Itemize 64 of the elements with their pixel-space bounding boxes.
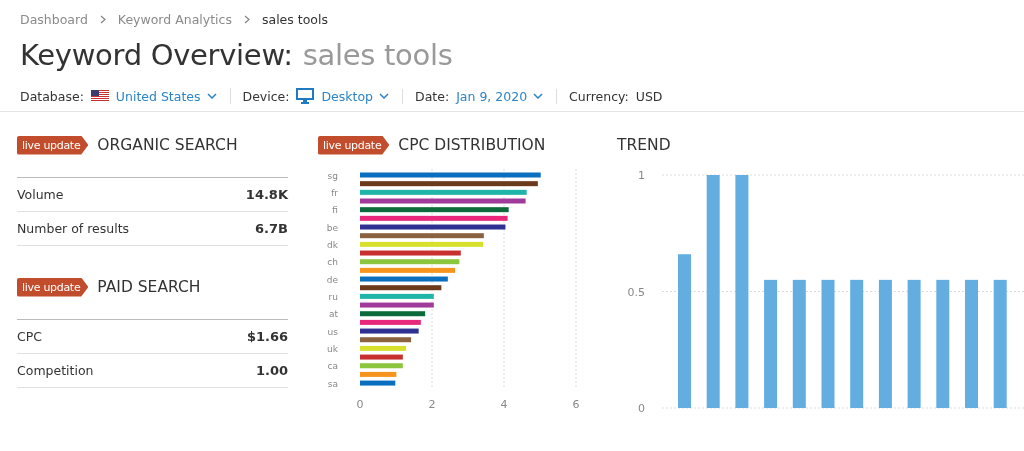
chart-title: CPC DISTRIBUTION: [398, 136, 546, 154]
filter-label: Device:: [242, 88, 290, 104]
chevron-down-icon: [206, 93, 217, 99]
bar: [360, 363, 403, 369]
monitor-icon: [296, 88, 315, 104]
bar: [360, 311, 426, 317]
us-flag-icon: [90, 90, 109, 102]
breadcrumb-link[interactable]: sales tools: [261, 11, 328, 27]
axis-label: us: [327, 326, 338, 337]
metric-label: Number of results: [17, 221, 130, 236]
axis-label: fi: [332, 205, 338, 216]
filter-label: Database:: [20, 88, 84, 104]
bar: [360, 319, 421, 325]
axis-label: sg: [327, 170, 338, 181]
filter-dropdown[interactable]: Jan 9, 2020: [456, 88, 544, 104]
metric-value: 14.8K: [245, 187, 288, 202]
chart-title: TREND: [617, 136, 671, 154]
chevron-down-icon: [533, 93, 544, 99]
axis-label: ru: [328, 291, 338, 302]
chevron-right-icon: [99, 14, 106, 24]
filter-dropdown[interactable]: Desktop: [321, 88, 390, 104]
filter-value: USD: [635, 88, 663, 104]
axis-label: 4: [500, 398, 508, 411]
axis-label: sa: [327, 378, 338, 389]
axis-label: 2: [428, 398, 436, 411]
chevron-right-icon: [243, 14, 250, 24]
filter-dropdown[interactable]: United States: [115, 88, 217, 104]
axis-label: 0: [356, 398, 364, 411]
axis-label: 1: [638, 169, 645, 182]
axis-label: ca: [327, 361, 338, 372]
axis-label: be: [326, 222, 338, 233]
section-title: PAID SEARCH: [97, 278, 201, 296]
section-title: ORGANIC SEARCH: [97, 136, 238, 154]
page-title: Keyword Overview:: [20, 38, 293, 72]
metric-value: 1.00: [255, 363, 288, 378]
breadcrumb-link[interactable]: Dashboard: [20, 11, 88, 27]
bar: [360, 354, 403, 360]
axis-label: uk: [327, 343, 338, 354]
axis-label: dk: [327, 239, 338, 250]
axis-label: de: [326, 274, 338, 285]
bar: [360, 345, 407, 351]
metric-label: CPC: [17, 329, 42, 344]
axis-label: at: [328, 309, 338, 320]
chevron-down-icon: [379, 93, 390, 99]
metric-value: 6.7B: [255, 221, 288, 236]
bar: [360, 371, 397, 377]
metric-label: Volume: [17, 187, 64, 202]
bar: [360, 380, 396, 386]
axis-label: 0.5: [627, 285, 645, 299]
bar: [360, 337, 412, 343]
live-update-badge: live update: [318, 135, 390, 155]
axis-label: ch: [327, 257, 338, 268]
metric-value: $1.66: [246, 329, 288, 344]
axis-label: 6: [572, 398, 580, 411]
axis-label: 0: [638, 402, 645, 415]
filter-label: Date:: [415, 88, 450, 104]
live-update-badge: live update: [17, 135, 89, 155]
metric-label: Competition: [17, 363, 94, 378]
breadcrumb-link[interactable]: Keyword Analytics: [117, 11, 232, 27]
bar: [360, 328, 419, 334]
keyword-title: sales tools: [302, 38, 453, 72]
live-update-badge: live update: [17, 277, 89, 297]
filter-label: Currency:: [569, 88, 629, 104]
axis-label: fr: [331, 187, 338, 198]
